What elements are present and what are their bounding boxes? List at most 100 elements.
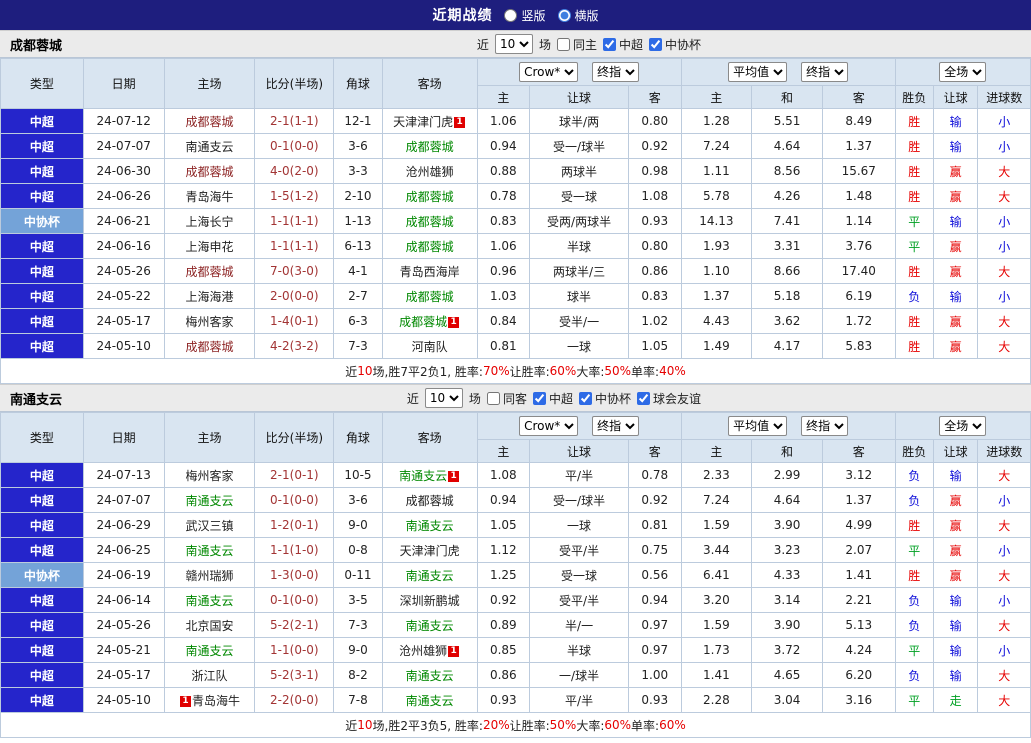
filter-option-1[interactable]: 中超 xyxy=(533,390,573,407)
team-sections: 成都蓉城近10场同主中超中协杯类型日期主场比分(半场)角球客场Crow*终指平均… xyxy=(0,30,1031,738)
handicap-line: 受平/半 xyxy=(530,538,629,563)
home-team-cell: 南通支云 xyxy=(164,488,255,513)
col-away: 客场 xyxy=(382,413,477,463)
home-team-cell: 浙江队 xyxy=(164,663,255,688)
filter-option-2[interactable]: 中协杯 xyxy=(649,36,701,53)
result-outcome: 胜 xyxy=(895,259,933,284)
result-handicap: 赢 xyxy=(933,488,977,513)
summary-segment-9: 40% xyxy=(659,364,686,378)
handicap-index-select[interactable]: 终指 xyxy=(592,62,639,82)
away-team-name: 青岛西海岸 xyxy=(400,265,460,279)
filter-label: 中协杯 xyxy=(595,390,631,407)
col-corner: 角球 xyxy=(334,413,382,463)
europe-away-odds: 15.67 xyxy=(822,159,895,184)
result-outcome: 平 xyxy=(895,638,933,663)
recent-count-select[interactable]: 10 xyxy=(425,388,463,408)
match-score: 1-2(0-1) xyxy=(255,513,334,538)
europe-index-select[interactable]: 终指 xyxy=(801,62,848,82)
away-team-name: 成都蓉城 xyxy=(399,315,447,329)
col-type: 类型 xyxy=(1,59,84,109)
handicap-index-select[interactable]: 终指 xyxy=(592,416,639,436)
europe-away-odds: 1.37 xyxy=(822,488,895,513)
match-row: 中超24-05-17浙江队5-2(3-1)8-2南通支云0.86一/球半1.00… xyxy=(1,663,1031,688)
filter-option-0[interactable]: 同主 xyxy=(557,36,597,53)
home-team-cell: 南通支云 xyxy=(164,134,255,159)
europe-away-odds: 2.21 xyxy=(822,588,895,613)
scope-select[interactable]: 全场 xyxy=(939,416,986,436)
match-date: 24-05-10 xyxy=(83,334,164,359)
filter-option-2[interactable]: 中协杯 xyxy=(579,390,631,407)
home-team-name: 成都蓉城 xyxy=(186,165,234,179)
home-team-name: 浙江队 xyxy=(192,669,228,683)
europe-away-odds: 1.41 xyxy=(822,563,895,588)
horizontal-layout-radio[interactable] xyxy=(558,9,571,22)
layout-option-horizontal[interactable]: 横版 xyxy=(558,7,599,24)
handicap-away-odds: 0.80 xyxy=(629,234,682,259)
europe-index-select[interactable]: 终指 xyxy=(801,416,848,436)
europe-average-select[interactable]: 平均值 xyxy=(728,416,787,436)
away-team-cell: 成都蓉城 xyxy=(382,234,477,259)
handicap-away-odds: 0.93 xyxy=(629,688,682,713)
recent-count-select[interactable]: 10 xyxy=(495,34,533,54)
filter-option-0[interactable]: 同客 xyxy=(487,390,527,407)
europe-select-group: 平均值终指 xyxy=(681,413,895,440)
league-cell: 中超 xyxy=(1,284,84,309)
away-team-name: 成都蓉城 xyxy=(406,240,454,254)
recent-filter-controls: 近10场同主中超中协杯 xyxy=(477,31,701,57)
result-outcome: 平 xyxy=(895,538,933,563)
filter-checkbox-0[interactable] xyxy=(557,38,570,51)
result-goals: 大 xyxy=(978,334,1031,359)
red-card-badge: 1 xyxy=(180,696,191,707)
bookmaker-select[interactable]: Crow* xyxy=(519,62,578,82)
vertical-layout-radio[interactable] xyxy=(504,9,517,22)
match-row: 中超24-05-22上海海港2-0(0-0)2-7成都蓉城1.03球半0.831… xyxy=(1,284,1031,309)
result-col-0: 胜负 xyxy=(895,440,933,463)
filter-checkbox-1[interactable] xyxy=(533,392,546,405)
result-outcome: 胜 xyxy=(895,513,933,538)
handicap-home-odds: 1.06 xyxy=(477,109,530,134)
handicap-away-odds: 1.02 xyxy=(629,309,682,334)
recent-label-suffix: 场 xyxy=(469,390,481,407)
handicap-line: 球半/两 xyxy=(530,109,629,134)
filter-checkbox-2[interactable] xyxy=(579,392,592,405)
filter-checkbox-3[interactable] xyxy=(637,392,650,405)
result-handicap: 赢 xyxy=(933,234,977,259)
europe-col-1: 和 xyxy=(752,86,823,109)
europe-average-select[interactable]: 平均值 xyxy=(728,62,787,82)
home-team-cell: 武汉三镇 xyxy=(164,513,255,538)
filter-option-1[interactable]: 中超 xyxy=(603,36,643,53)
filter-option-3[interactable]: 球会友谊 xyxy=(637,390,701,407)
result-goals: 大 xyxy=(978,563,1031,588)
result-outcome: 胜 xyxy=(895,309,933,334)
europe-home-odds: 1.59 xyxy=(681,513,752,538)
away-team-name: 河南队 xyxy=(412,340,448,354)
filter-checkbox-1[interactable] xyxy=(603,38,616,51)
filter-checkbox-0[interactable] xyxy=(487,392,500,405)
home-team-name: 梅州客家 xyxy=(186,315,234,329)
bookmaker-select[interactable]: Crow* xyxy=(519,416,578,436)
handicap-home-odds: 1.03 xyxy=(477,284,530,309)
away-team-name: 成都蓉城 xyxy=(406,215,454,229)
europe-draw-odds: 4.64 xyxy=(752,134,823,159)
europe-home-odds: 7.24 xyxy=(681,488,752,513)
europe-draw-odds: 2.99 xyxy=(752,463,823,488)
europe-draw-odds: 3.90 xyxy=(752,613,823,638)
league-cell: 中超 xyxy=(1,134,84,159)
europe-away-odds: 1.37 xyxy=(822,134,895,159)
europe-col-0: 主 xyxy=(681,440,752,463)
home-team-name: 南通支云 xyxy=(186,594,234,608)
away-team-name: 沧州雄狮 xyxy=(406,165,454,179)
layout-option-vertical[interactable]: 竖版 xyxy=(504,7,545,24)
summary-segment-6: 大率: xyxy=(576,717,604,734)
match-score: 1-1(1-1) xyxy=(255,234,334,259)
section-header-0: 成都蓉城近10场同主中超中协杯 xyxy=(0,30,1031,58)
away-team-name: 南通支云 xyxy=(399,469,447,483)
result-handicap: 赢 xyxy=(933,309,977,334)
result-handicap: 输 xyxy=(933,588,977,613)
europe-away-odds: 4.99 xyxy=(822,513,895,538)
home-team-name: 梅州客家 xyxy=(186,469,234,483)
scope-select[interactable]: 全场 xyxy=(939,62,986,82)
result-goals: 小 xyxy=(978,284,1031,309)
filter-checkbox-2[interactable] xyxy=(649,38,662,51)
handicap-away-odds: 0.56 xyxy=(629,563,682,588)
